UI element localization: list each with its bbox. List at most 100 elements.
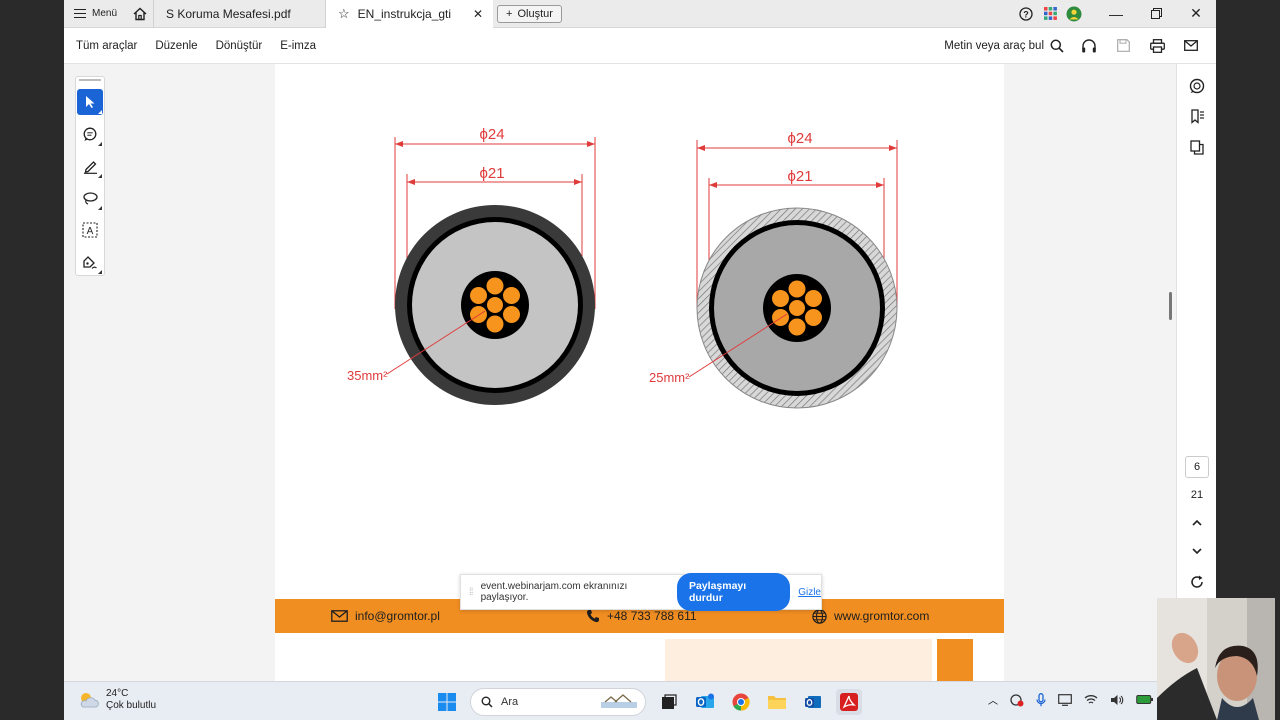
- envelope-icon: [331, 610, 348, 622]
- microphone-icon[interactable]: [1036, 692, 1046, 707]
- next-page-button[interactable]: [1177, 548, 1216, 555]
- footer-email-text: info@gromtor.pl: [355, 609, 440, 623]
- lasso-icon: [83, 192, 98, 205]
- menu-esign[interactable]: E-imza: [271, 40, 325, 52]
- temperature: 24°C: [106, 688, 129, 699]
- account-button[interactable]: [1062, 6, 1086, 22]
- home-button[interactable]: [127, 0, 153, 28]
- create-label: Oluştur: [517, 7, 553, 20]
- mail-app-icon: [805, 696, 821, 708]
- hamburger-icon: [74, 9, 86, 18]
- security-icon[interactable]: [1010, 693, 1024, 707]
- menu-convert[interactable]: Dönüştür: [207, 40, 272, 52]
- share-message: event.webinarjam.com ekranınızı paylaşıy…: [480, 581, 628, 603]
- signature-pen-icon: [83, 255, 97, 269]
- save-button[interactable]: [1106, 39, 1140, 52]
- left-outer-diameter: ϕ24: [479, 126, 504, 143]
- minimize-icon: —: [1109, 5, 1123, 22]
- close-icon: ✕: [1190, 5, 1202, 21]
- footer-phone-text: +48 733 788 611: [607, 609, 697, 623]
- file-explorer-button[interactable]: [764, 689, 790, 715]
- find-text-button[interactable]: Metin veya araç bul: [944, 40, 1044, 52]
- ai-chat-icon: [1189, 78, 1205, 93]
- stop-sharing-button[interactable]: Paylaşmayı durdur: [676, 573, 791, 611]
- minimize-button[interactable]: —: [1096, 6, 1136, 22]
- tab-koruma[interactable]: S Koruma Mesafesi.pdf: [153, 0, 325, 28]
- acrobat-window: Menü S Koruma Mesafesi.pdf ☆ EN_instrukc…: [64, 0, 1216, 720]
- window-controls: ? — ✕: [1014, 0, 1216, 28]
- bookmarks-button[interactable]: [1177, 101, 1216, 132]
- next-page-preview-light: [665, 639, 932, 681]
- outlook-new-button[interactable]: [800, 689, 826, 715]
- close-window-button[interactable]: ✕: [1176, 5, 1216, 22]
- left-cable: ϕ24 ϕ21 35mm²: [347, 126, 596, 405]
- draw-tool[interactable]: [77, 185, 103, 211]
- close-tab-icon[interactable]: ✕: [473, 7, 483, 21]
- left-cross-section-area: 35mm²: [347, 368, 388, 383]
- read-aloud-button[interactable]: [1072, 38, 1106, 53]
- weather-condition: Çok bulutlu: [106, 700, 157, 711]
- previous-page-button[interactable]: [1177, 519, 1216, 526]
- ai-assistant-button[interactable]: [1177, 70, 1216, 101]
- help-button[interactable]: ?: [1014, 6, 1038, 21]
- select-tool[interactable]: [77, 89, 103, 115]
- pages-button[interactable]: [1177, 132, 1216, 163]
- right-inner-diameter: ϕ21: [787, 168, 812, 185]
- taskbar-search[interactable]: Ara: [470, 688, 646, 716]
- draw-tool-more: [98, 206, 102, 210]
- task-view-button[interactable]: [656, 689, 682, 715]
- svg-text:A: A: [87, 226, 94, 237]
- weather-widget[interactable]: 24°C Çok bulutlu: [78, 688, 156, 712]
- footer-website-text: www.gromtor.com: [834, 609, 930, 623]
- webcam-video-overlay: [1157, 598, 1275, 720]
- menu-label: Menü: [92, 8, 118, 19]
- acrobat-button[interactable]: [836, 689, 862, 715]
- print-button[interactable]: [1140, 38, 1174, 53]
- menu-button[interactable]: Menü: [64, 0, 127, 28]
- star-icon[interactable]: ☆: [338, 6, 350, 22]
- restore-button[interactable]: [1136, 8, 1176, 19]
- outlook-button[interactable]: [692, 689, 718, 715]
- footer-email: info@gromtor.pl: [331, 609, 440, 623]
- chrome-button[interactable]: [728, 689, 754, 715]
- copy-pages-icon: [1190, 140, 1204, 155]
- weather-text: 24°C Çok bulutlu: [106, 688, 156, 712]
- current-page-field[interactable]: 6: [1185, 456, 1209, 478]
- vertical-scrollbar-thumb[interactable]: [1169, 292, 1172, 320]
- volume-icon[interactable]: [1110, 694, 1124, 706]
- save-icon: [1116, 39, 1130, 52]
- text-box-tool[interactable]: A: [77, 217, 103, 243]
- headphones-icon: [1082, 38, 1096, 52]
- highlight-tool[interactable]: [77, 153, 103, 179]
- chrome-icon: [732, 693, 750, 711]
- start-button[interactable]: [434, 689, 460, 715]
- email-button[interactable]: [1174, 40, 1208, 51]
- menu-edit[interactable]: Düzenle: [146, 40, 206, 52]
- system-tray: ︿: [988, 692, 1154, 707]
- panel-grip[interactable]: [79, 79, 101, 83]
- signature-tool[interactable]: [77, 249, 103, 275]
- home-icon: [133, 7, 147, 20]
- right-cross-section-area: 25mm²: [649, 370, 690, 385]
- chevron-up-icon[interactable]: ︿: [988, 692, 998, 707]
- hide-link[interactable]: Gizle: [798, 587, 821, 598]
- comment-tool[interactable]: [77, 121, 103, 147]
- menu-all-tools[interactable]: Tüm araçlar: [64, 40, 146, 52]
- display-icon[interactable]: [1058, 693, 1072, 706]
- next-page-preview-orange: [937, 639, 973, 681]
- drag-handle-icon[interactable]: ⁞⁞: [469, 587, 473, 598]
- acrobat-icon: [840, 693, 858, 711]
- pen-icon: [83, 160, 97, 174]
- restore-icon: [1150, 8, 1162, 19]
- wifi-icon[interactable]: [1084, 694, 1098, 705]
- right-side-panel: 6 21: [1176, 64, 1216, 681]
- rotate-button[interactable]: [1177, 575, 1216, 589]
- comment-icon: [83, 127, 96, 141]
- create-button[interactable]: + Oluştur: [497, 4, 562, 23]
- battery-icon[interactable]: [1136, 694, 1154, 705]
- search-placeholder: Ara: [501, 696, 519, 708]
- total-pages: 21: [1190, 489, 1204, 501]
- apps-button[interactable]: [1038, 7, 1062, 20]
- tab-instrukcja[interactable]: ☆ EN_instrukcja_gti ✕: [325, 0, 494, 28]
- search-icon[interactable]: [1050, 39, 1064, 53]
